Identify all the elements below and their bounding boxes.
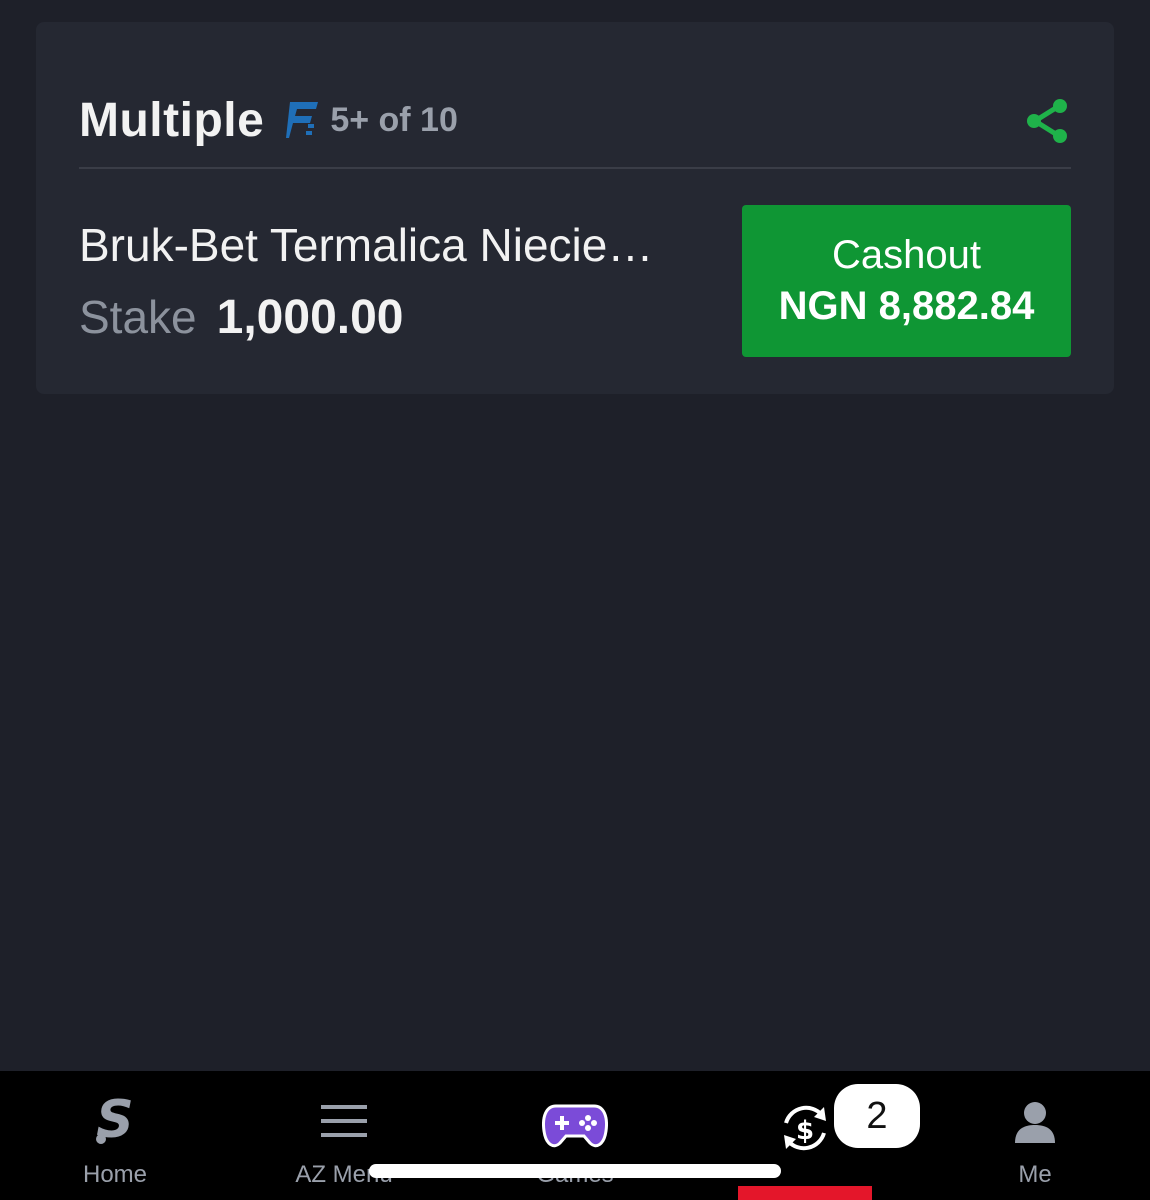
user-icon [1014,1101,1056,1148]
svg-text:$: $ [796,1116,814,1146]
nav-me[interactable]: Me [920,1071,1150,1200]
nav-home[interactable]: S Home [0,1071,230,1200]
stake-value: 1,000.00 [216,291,404,344]
cashout-label: Cashout [832,233,981,277]
nav-home-label: Home [82,1161,148,1188]
share-icon[interactable] [1025,98,1069,144]
bottom-nav-bar: S Home AZ Menu $ Me [0,1071,1150,1200]
cashout-icon: $ [778,1101,832,1160]
flex-bet-icon [286,100,320,140]
nav-az-menu[interactable]: AZ Menu [229,1071,459,1200]
stake-label: Stake [79,291,197,343]
gamepad-icon [542,1103,608,1154]
active-tab-indicator [738,1186,872,1200]
home-indicator-bar[interactable] [369,1164,781,1178]
open-bets-count-badge: 2 [834,1084,920,1148]
nav-me-label: Me [1018,1161,1052,1188]
home-logo-icon: S [95,1090,135,1150]
header-divider [79,167,1071,169]
hamburger-menu-icon [321,1105,367,1142]
cashout-amount: NGN 8,882.84 [778,284,1035,328]
bet-type-title: Multiple [79,93,265,147]
bet-card-header: Multiple 5+ of 10 [79,70,1071,170]
nav-games[interactable]: Games [460,1071,690,1200]
stake-row: Stake 1,000.00 [79,290,403,345]
cashout-button[interactable]: Cashout NGN 8,882.84 [742,205,1071,357]
bet-card: Multiple 5+ of 10 Bruk-Bet Termalica Nie… [36,22,1114,394]
match-name[interactable]: Bruk-Bet Termalica Niecie… [79,218,709,272]
flex-cut-label: 5+ of 10 [330,100,458,139]
